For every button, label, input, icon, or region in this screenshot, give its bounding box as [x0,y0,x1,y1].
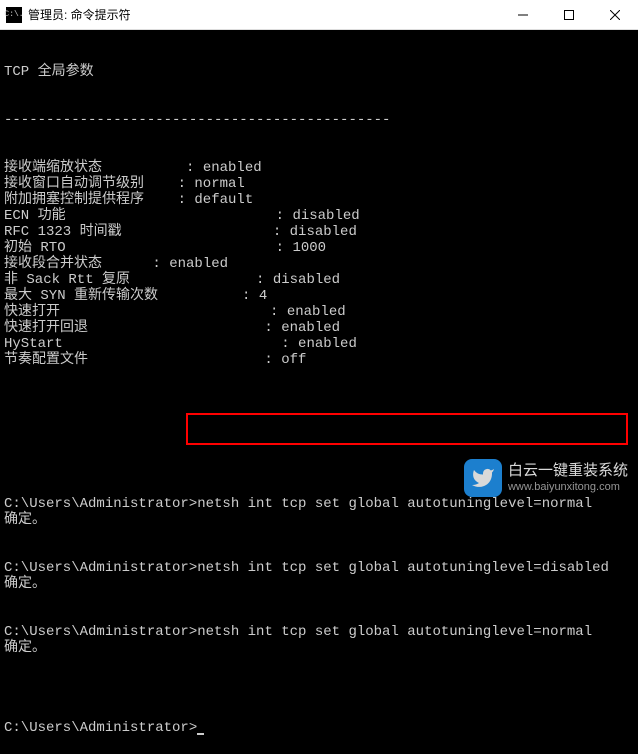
close-button[interactable] [592,0,638,30]
blank-line [4,544,634,560]
param-row: 非 Sack Rtt 复原 : disabled [4,272,634,288]
param-row: ECN 功能 : disabled [4,208,634,224]
watermark-url: www.baiyunxitong.com [508,480,628,494]
app-icon: C:\. [6,7,22,23]
param-row: 接收段合并状态 : enabled [4,256,634,272]
window-controls [500,0,638,30]
param-row: 快速打开 : enabled [4,304,634,320]
command-line: C:\Users\Administrator>netsh int tcp set… [4,624,634,640]
param-row: HyStart : enabled [4,336,634,352]
param-row: RFC 1323 时间戳 : disabled [4,224,634,240]
blank-line [4,672,634,688]
separator: ----------------------------------------… [4,112,634,128]
tcp-header: TCP 全局参数 [4,64,634,80]
blank-line [4,400,634,416]
param-row: 接收端缩放状态 : enabled [4,160,634,176]
blank-line [4,608,634,624]
window-title: 管理员: 命令提示符 [28,6,500,23]
command-line: C:\Users\Administrator>netsh int tcp set… [4,496,634,512]
param-row: 快速打开回退 : enabled [4,320,634,336]
command-result: 确定。 [4,512,634,528]
watermark-title: 白云一键重装系统 [508,462,628,480]
param-row: 节奏配置文件 : off [4,352,634,368]
param-row: 最大 SYN 重新传输次数 : 4 [4,288,634,304]
cursor [197,733,204,735]
window-titlebar[interactable]: C:\. 管理员: 命令提示符 [0,0,638,30]
blank-line [4,528,634,544]
blank-line [4,592,634,608]
command-line: C:\Users\Administrator>netsh int tcp set… [4,560,634,576]
param-row: 附加拥塞控制提供程序 : default [4,192,634,208]
maximize-button[interactable] [546,0,592,30]
minimize-button[interactable] [500,0,546,30]
watermark-bird-icon [464,459,502,497]
command-result: 确定。 [4,640,634,656]
blank-line [4,656,634,672]
command-result: 确定。 [4,576,634,592]
terminal-output[interactable]: TCP 全局参数 -------------------------------… [0,30,638,754]
current-prompt-line[interactable]: C:\Users\Administrator> [4,720,634,736]
param-row: 接收窗口自动调节级别 : normal [4,176,634,192]
prompt: C:\Users\Administrator> [4,720,197,736]
watermark: 白云一键重装系统 www.baiyunxitong.com [464,459,628,497]
param-row: 初始 RTO : 1000 [4,240,634,256]
